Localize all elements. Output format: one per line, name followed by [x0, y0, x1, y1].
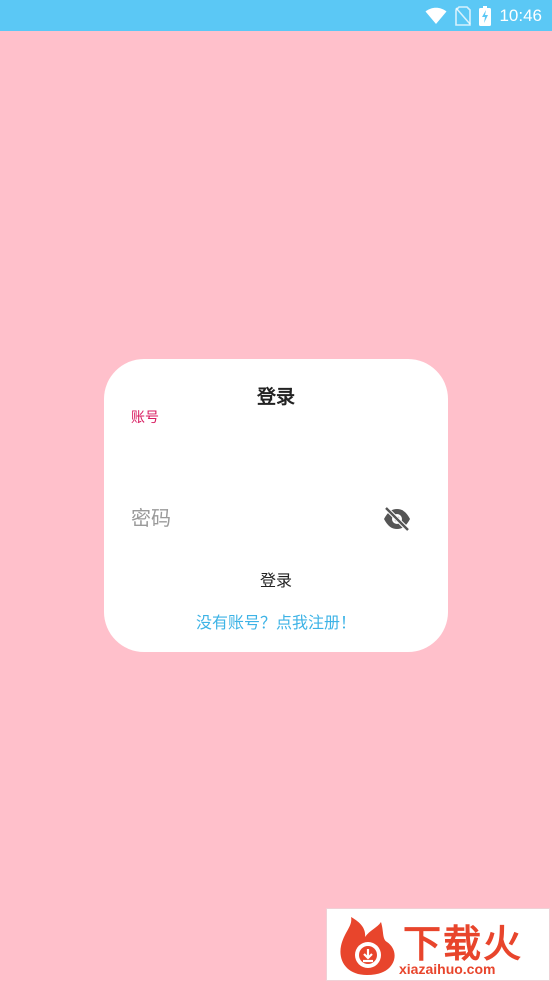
- password-input[interactable]: [131, 500, 371, 536]
- account-input[interactable]: [131, 427, 411, 477]
- status-icons: 10:46: [425, 0, 542, 31]
- status-bar: 10:46: [0, 0, 552, 31]
- no-sim-icon: [455, 5, 472, 26]
- register-link[interactable]: 没有账号？点我注册！: [0, 609, 552, 633]
- login-title: 登录: [256, 386, 295, 408]
- watermark-en-text: xiazaihuo.com: [399, 961, 496, 977]
- watermark: 下载火 xiazaihuo.com: [326, 908, 550, 981]
- status-time: 10:46: [499, 5, 542, 25]
- battery-charging-icon: [479, 5, 492, 26]
- password-visibility-toggle[interactable]: [381, 504, 412, 533]
- login-button[interactable]: 登录: [220, 563, 332, 595]
- account-label: 账号: [131, 410, 159, 426]
- wifi-icon: [425, 7, 447, 25]
- eye-off-icon: [382, 505, 412, 532]
- flame-logo-icon: [335, 915, 399, 977]
- watermark-cn-text: 下载火: [403, 922, 524, 966]
